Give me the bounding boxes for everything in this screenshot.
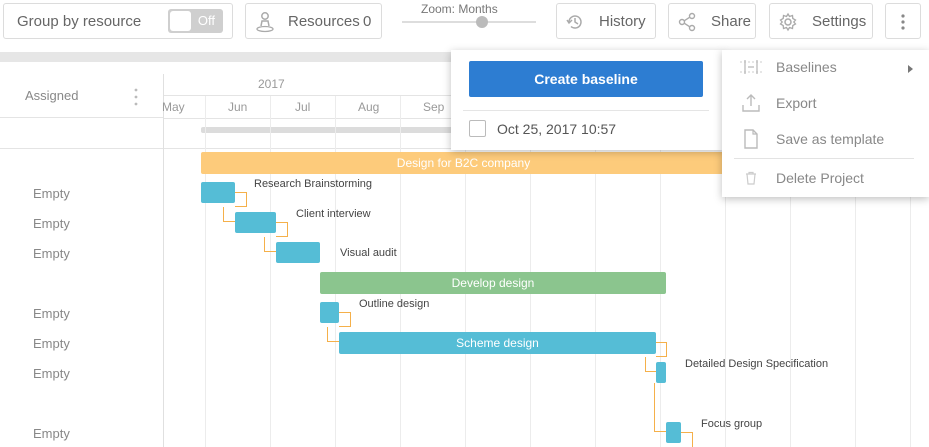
- assigned-cell: Empty: [33, 306, 70, 321]
- task-bar-focus-group[interactable]: [666, 422, 681, 443]
- timeline-month: May: [162, 100, 185, 114]
- dependency-connector: [235, 192, 247, 207]
- month-gridline: [725, 197, 726, 447]
- task-label-focus-group: Focus group: [701, 418, 763, 430]
- month-gridline: [855, 197, 856, 447]
- toggle-knob: [170, 11, 191, 31]
- timeline-month: Aug: [358, 100, 380, 114]
- assigned-cell: Empty: [33, 186, 70, 201]
- month-gridline: [270, 96, 271, 447]
- resources-count: 0: [363, 13, 372, 30]
- export-icon: [739, 92, 763, 114]
- month-gridline: [595, 149, 596, 447]
- more-menu: Baselines Export Save as template Delete…: [722, 50, 929, 197]
- settings-button[interactable]: Settings: [769, 3, 873, 39]
- assigned-cell: Empty: [33, 366, 70, 381]
- task-bar-research[interactable]: [201, 182, 235, 203]
- baseline-date: Oct 25, 2017 10:57: [497, 121, 617, 137]
- timeline-year: 2017: [258, 77, 285, 91]
- history-clock-icon: [565, 12, 585, 32]
- task-label-outline: Outline design: [359, 298, 430, 310]
- month-gridline: [530, 149, 531, 447]
- baselines-icon: [739, 56, 763, 78]
- task-label-visual-audit: Visual audit: [340, 247, 397, 259]
- assigned-cell: Empty: [33, 426, 70, 441]
- assigned-cell: Empty: [33, 216, 70, 231]
- history-button[interactable]: History: [556, 3, 656, 39]
- resources-button[interactable]: Resources 0: [245, 3, 382, 39]
- grid-header: Assigned: [0, 74, 164, 118]
- month-gridline: [910, 197, 911, 447]
- task-bar-label: Scheme design: [456, 336, 539, 350]
- dependency-connector: [223, 207, 235, 222]
- task-bar-interview[interactable]: [235, 212, 276, 233]
- share-label: Share: [711, 13, 752, 30]
- month-gridline: [205, 96, 206, 447]
- group-by-toggle[interactable]: Off: [168, 9, 223, 33]
- menu-item-baselines[interactable]: Baselines: [722, 52, 929, 82]
- resources-label: Resources: [288, 13, 360, 30]
- dependency-connector: [645, 357, 656, 372]
- dependency-connector: [276, 222, 288, 237]
- history-label: History: [599, 13, 646, 30]
- zoom-slider-track[interactable]: [402, 21, 536, 23]
- menu-item-save-template[interactable]: Save as template: [722, 124, 929, 154]
- zoom-label: Zoom: Months: [421, 2, 498, 16]
- dependency-connector: [339, 312, 351, 327]
- gear-icon: [778, 12, 798, 32]
- dependency-connector: [656, 342, 667, 357]
- dependency-connector: [264, 237, 276, 252]
- person-pin-icon: [254, 10, 276, 34]
- toolbar: Group by resource Off Resources 0 Zoom: …: [0, 0, 929, 48]
- timeline-month: Sep: [423, 100, 445, 114]
- menu-item-delete-project[interactable]: Delete Project: [722, 163, 929, 193]
- menu-item-export[interactable]: Export: [722, 88, 929, 118]
- grid-subheader: [0, 118, 164, 149]
- summary-bar-label: Design for B2C company: [396, 156, 531, 170]
- more-button[interactable]: [885, 3, 921, 39]
- summary-bar-label: Develop design: [451, 276, 535, 290]
- create-baseline-button[interactable]: Create baseline: [469, 61, 703, 97]
- summary-bar-develop[interactable]: Develop design: [320, 272, 666, 294]
- dependency-connector: [327, 327, 339, 342]
- more-vertical-icon: [900, 13, 906, 31]
- task-bar-detailed-spec[interactable]: [656, 362, 666, 383]
- timeline-range-bar[interactable]: [201, 127, 461, 133]
- menu-item-label: Baselines: [776, 59, 837, 75]
- task-label-interview: Client interview: [296, 208, 371, 220]
- baseline-checkbox[interactable]: [469, 120, 486, 137]
- timeline-month: Jun: [228, 100, 248, 114]
- zoom-slider-handle[interactable]: [476, 16, 488, 28]
- trash-icon: [739, 167, 763, 189]
- group-by-resource-control[interactable]: Group by resource Off: [3, 3, 233, 39]
- task-bar-visual-audit[interactable]: [276, 242, 320, 263]
- summary-bar-design-b2c[interactable]: Design for B2C company: [201, 152, 726, 174]
- share-button[interactable]: Share: [668, 3, 756, 39]
- dependency-connector: [654, 383, 666, 432]
- month-gridline: [465, 149, 466, 447]
- popup-divider: [463, 110, 709, 111]
- menu-item-label: Export: [776, 95, 817, 111]
- settings-label: Settings: [812, 13, 867, 30]
- assigned-cell: Empty: [33, 336, 70, 351]
- month-gridline: [790, 197, 791, 447]
- task-label-detailed-spec: Detailed Design Specification: [685, 358, 829, 370]
- group-by-label: Group by resource: [17, 13, 142, 30]
- menu-divider: [734, 158, 914, 159]
- dependency-connector: [681, 432, 693, 447]
- timeline-month: Jul: [295, 100, 311, 114]
- menu-item-label: Delete Project: [776, 170, 864, 186]
- submenu-arrow-icon: [908, 65, 913, 73]
- task-bar-outline[interactable]: [320, 302, 339, 323]
- assigned-column-header: Assigned: [25, 88, 79, 103]
- template-file-icon: [739, 128, 763, 150]
- assigned-cell: Empty: [33, 246, 70, 261]
- share-nodes-icon: [677, 12, 697, 32]
- menu-item-label: Save as template: [776, 131, 885, 147]
- task-bar-scheme[interactable]: Scheme design: [339, 332, 656, 354]
- task-label-research: Research Brainstorming: [254, 178, 372, 190]
- column-menu-icon[interactable]: [133, 87, 139, 107]
- toggle-state: Off: [197, 13, 215, 28]
- baseline-popup: Create baseline Oct 25, 2017 10:57: [451, 50, 724, 150]
